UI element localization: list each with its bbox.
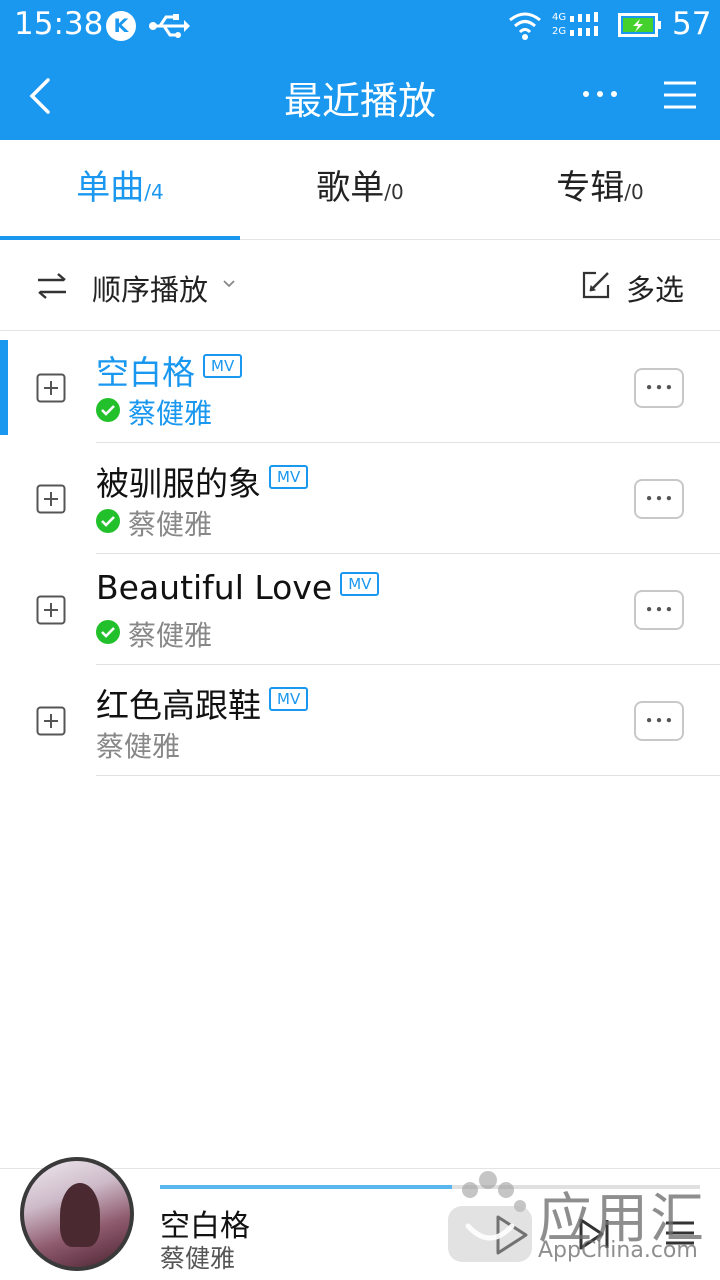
more-options-icon[interactable] [580,82,620,106]
play-icon[interactable] [490,1213,530,1257]
add-to-playlist-icon[interactable] [36,706,66,736]
song-artist-line: 蔡健雅 [96,725,181,763]
song-artist-line: 蔡健雅 [96,614,213,652]
song-title-line: Beautiful Love MV [96,568,380,608]
song-title: Beautiful Love [96,568,333,607]
active-tab-indicator [0,236,240,240]
song-row[interactable]: 红色高跟鞋 MV 蔡健雅 [0,665,720,776]
now-playing-artist: 蔡健雅 [160,1244,236,1273]
song-row[interactable]: 空白格 MV 蔡健雅 [0,332,720,443]
song-artist-line: 蔡健雅 [96,392,213,430]
playlist-queue-icon[interactable] [664,1217,696,1249]
song-title: 空白格 [96,353,195,392]
battery-icon [618,13,661,37]
tab-albums[interactable]: 专辑/0 [480,140,720,240]
multi-select-button[interactable]: 多选 [626,267,684,309]
net-4g-label: 4G [552,12,567,23]
song-title-line: 被驯服的象 MV [96,457,309,503]
song-more-button[interactable] [634,479,684,519]
song-artist: 蔡健雅 [96,730,181,763]
mv-badge[interactable]: MV [203,354,243,378]
tab-count: /4 [144,180,164,204]
mini-player[interactable]: 空白格 蔡健雅 [0,1157,720,1280]
album-cover[interactable] [20,1157,134,1271]
tab-count: /0 [624,180,644,204]
tab-count: /0 [384,180,404,204]
tab-label: 歌单 [316,168,385,208]
battery-level: 57 [672,6,712,42]
screen: 15:38 K 4G 2G 57 最近播放 单曲/4 歌单/0 专辑/0 顺序播… [0,0,720,1280]
downloaded-check-icon [96,620,120,644]
song-artist: 蔡健雅 [128,397,213,430]
tab-label: 专辑 [556,168,625,208]
menu-icon[interactable] [662,78,698,112]
edit-icon[interactable] [580,269,612,301]
status-time: 15:38 [14,6,104,42]
song-title-line: 红色高跟鞋 MV [96,679,309,725]
now-playing-indicator [0,340,8,435]
chevron-down-icon[interactable] [222,279,236,289]
usb-icon [149,14,190,38]
app-header: 15:38 K 4G 2G 57 最近播放 [0,0,720,140]
wifi-icon [509,12,541,40]
signal-icon [570,12,598,36]
tab-playlists[interactable]: 歌单/0 [240,140,480,240]
tab-songs[interactable]: 单曲/4 [0,140,240,240]
song-more-button[interactable] [634,701,684,741]
song-artist: 蔡健雅 [128,619,213,652]
cover-figure [60,1183,100,1247]
song-list: 空白格 MV 蔡健雅 被驯服的象 MV 蔡健雅 Beautiful Love M… [0,332,720,776]
add-to-playlist-icon[interactable] [36,484,66,514]
downloaded-check-icon [96,509,120,533]
sequential-play-icon[interactable] [36,271,68,301]
tab-bar: 单曲/4 歌单/0 专辑/0 [0,140,720,240]
add-to-playlist-icon[interactable] [36,373,66,403]
kugou-k-icon: K [106,11,136,41]
song-row[interactable]: Beautiful Love MV 蔡健雅 [0,554,720,665]
downloaded-check-icon [96,398,120,422]
song-more-button[interactable] [634,590,684,630]
toolbar: 最近播放 [0,52,720,140]
song-title: 被驯服的象 [96,464,261,503]
row-divider [96,775,720,776]
song-more-button[interactable] [634,368,684,408]
mv-badge[interactable]: MV [269,465,309,489]
song-row[interactable]: 被驯服的象 MV 蔡健雅 [0,443,720,554]
playback-progress-fill [160,1185,452,1189]
song-title-line: 空白格 MV [96,346,243,392]
sort-bar: 顺序播放 多选 [0,241,720,331]
net-2g-label: 2G [552,26,567,37]
mv-badge[interactable]: MV [340,571,380,596]
play-order-dropdown[interactable]: 顺序播放 [92,267,208,309]
next-track-icon[interactable] [578,1217,610,1251]
status-bar: 15:38 K 4G 2G 57 [0,0,720,52]
song-artist-line: 蔡健雅 [96,503,213,541]
tab-label: 单曲 [76,168,145,208]
playback-progress-bar[interactable] [160,1185,700,1189]
song-artist: 蔡健雅 [128,508,213,541]
song-title: 红色高跟鞋 [96,686,261,725]
mv-badge[interactable]: MV [269,687,309,711]
add-to-playlist-icon[interactable] [36,595,66,625]
